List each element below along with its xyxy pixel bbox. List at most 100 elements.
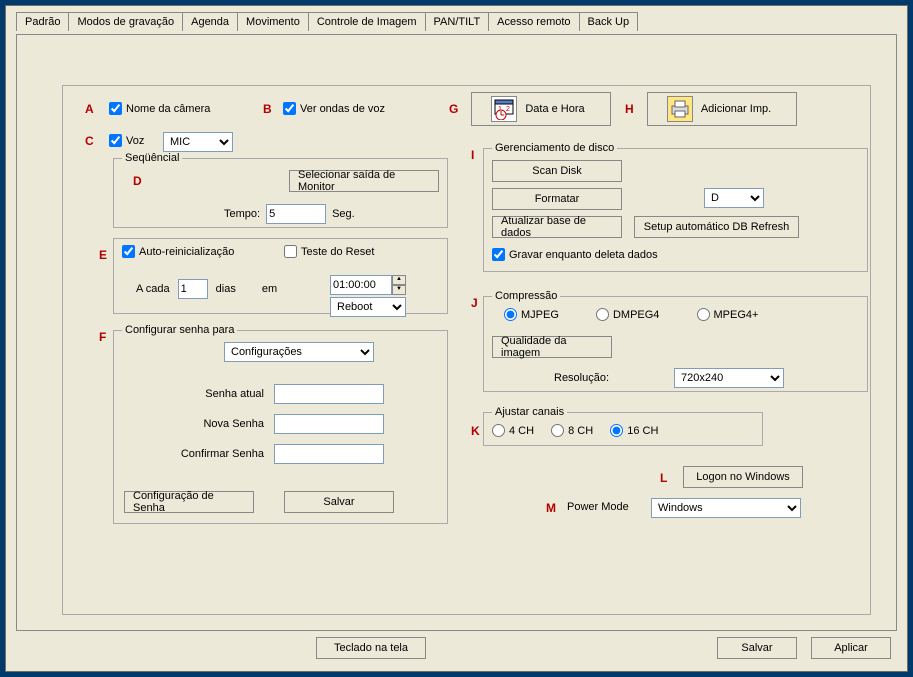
- confirm-password-input[interactable]: [274, 444, 384, 464]
- tab-pantilt[interactable]: PAN/TILT: [425, 12, 490, 31]
- marker-c: C: [85, 134, 94, 148]
- voice-checkbox[interactable]: Voz: [109, 134, 144, 147]
- marker-m: M: [546, 501, 556, 515]
- auto-reset-fieldset: Auto-reinicialização Teste do Reset A ca…: [113, 238, 448, 314]
- every-label: A cada: [136, 283, 170, 295]
- password-fieldset: Configurar senha para Configurações Senh…: [113, 324, 448, 524]
- calendar-clock-icon: 1 2: [491, 96, 517, 122]
- marker-i: I: [471, 148, 474, 162]
- compression-legend: Compressão: [492, 290, 560, 302]
- scan-disk-button[interactable]: Scan Disk: [492, 160, 622, 182]
- auto-db-refresh-button[interactable]: Setup automático DB Refresh: [634, 216, 799, 238]
- voice-check[interactable]: [109, 134, 122, 147]
- camera-name-checkbox[interactable]: Nome da câmera: [109, 102, 210, 115]
- add-printer-button[interactable]: Adicionar Imp.: [647, 92, 797, 126]
- marker-k: K: [471, 424, 480, 438]
- test-reset-label: Teste do Reset: [301, 246, 374, 258]
- channels-16-radio[interactable]: 16 CH: [610, 424, 658, 437]
- password-config-button[interactable]: Configuração de Senha: [124, 491, 254, 513]
- tab-modos[interactable]: Modos de gravação: [68, 12, 183, 31]
- voice-source-select[interactable]: MIC: [163, 132, 233, 152]
- format-button[interactable]: Formatar: [492, 188, 622, 210]
- password-save-button[interactable]: Salvar: [284, 491, 394, 513]
- time-label: Tempo:: [224, 208, 260, 220]
- new-password-label: Nova Senha: [154, 418, 274, 430]
- spin-up-button[interactable]: ▲: [392, 275, 406, 285]
- record-while-delete-label: Gravar enquanto deleta dados: [509, 249, 658, 261]
- password-target-select[interactable]: Configurações: [224, 342, 374, 362]
- marker-l: L: [660, 471, 667, 485]
- new-password-input[interactable]: [274, 414, 384, 434]
- disk-legend: Gerenciamento de disco: [492, 142, 617, 154]
- days-label: dias: [216, 283, 236, 295]
- marker-g: G: [449, 102, 458, 116]
- power-mode-select[interactable]: Windows: [651, 498, 801, 518]
- voice-waves-label: Ver ondas de voz: [300, 103, 385, 115]
- footer-bar: Teclado na tela Salvar Aplicar: [16, 637, 897, 663]
- resolution-select[interactable]: 720x240: [674, 368, 784, 388]
- date-time-label: Data e Hora: [525, 103, 584, 115]
- drive-select[interactable]: D: [704, 188, 764, 208]
- mjpeg-radio[interactable]: MJPEG: [504, 308, 559, 321]
- reset-action-select[interactable]: Reboot: [330, 297, 406, 317]
- sequential-time-input[interactable]: [266, 204, 326, 224]
- select-monitor-output-button[interactable]: Selecionar saída de Monitor: [289, 170, 439, 192]
- marker-f: F: [99, 330, 106, 344]
- power-mode-label: Power Mode: [567, 501, 629, 513]
- printer-icon: [667, 96, 693, 122]
- tab-bar: Padrão Modos de gravação Agenda Moviment…: [6, 6, 907, 31]
- marker-e: E: [99, 248, 107, 262]
- marker-h: H: [625, 102, 634, 116]
- save-button[interactable]: Salvar: [717, 637, 797, 659]
- inner-panel: A B C D E F G H I J K L M Nome da câmera…: [62, 85, 871, 615]
- tab-controle-imagem[interactable]: Controle de Imagem: [308, 12, 426, 31]
- marker-b: B: [263, 102, 272, 116]
- record-while-delete-check[interactable]: [492, 248, 505, 261]
- channels-fieldset: Ajustar canais 4 CH 8 CH 16 CH: [483, 406, 763, 446]
- voice-waves-checkbox[interactable]: Ver ondas de voz: [283, 102, 385, 115]
- sequential-fieldset: Seqüêncial Selecionar saída de Monitor T…: [113, 152, 448, 228]
- password-legend: Configurar senha para: [122, 324, 237, 336]
- channels-legend: Ajustar canais: [492, 406, 567, 418]
- test-reset-checkbox[interactable]: Teste do Reset: [284, 245, 374, 258]
- current-password-label: Senha atual: [154, 388, 274, 400]
- settings-window: Padrão Modos de gravação Agenda Moviment…: [5, 5, 908, 672]
- auto-reset-check[interactable]: [122, 245, 135, 258]
- tab-backup[interactable]: Back Up: [579, 12, 639, 31]
- image-quality-button[interactable]: Qualidade da imagem: [492, 336, 612, 358]
- voice-label: Voz: [126, 135, 144, 147]
- onscreen-keyboard-button[interactable]: Teclado na tela: [316, 637, 426, 659]
- current-password-input[interactable]: [274, 384, 384, 404]
- auto-reset-checkbox[interactable]: Auto-reinicialização: [122, 245, 234, 258]
- tab-movimento[interactable]: Movimento: [237, 12, 309, 31]
- spin-down-button[interactable]: ▼: [392, 285, 406, 295]
- tab-panel: A B C D E F G H I J K L M Nome da câmera…: [16, 34, 897, 631]
- record-while-delete-checkbox[interactable]: Gravar enquanto deleta dados: [492, 248, 658, 261]
- disk-management-fieldset: Gerenciamento de disco Scan Disk Formata…: [483, 142, 868, 272]
- dmpeg4-radio[interactable]: DMPEG4: [596, 308, 659, 321]
- logon-windows-button[interactable]: Logon no Windows: [683, 466, 803, 488]
- channels-8-radio[interactable]: 8 CH: [551, 424, 593, 437]
- tab-agenda[interactable]: Agenda: [182, 12, 238, 31]
- channels-4-radio[interactable]: 4 CH: [492, 424, 534, 437]
- test-reset-check[interactable]: [284, 245, 297, 258]
- confirm-password-label: Confirmar Senha: [154, 448, 274, 460]
- mpeg4plus-radio[interactable]: MPEG4+: [697, 308, 759, 321]
- days-input[interactable]: [178, 279, 208, 299]
- camera-name-check[interactable]: [109, 102, 122, 115]
- compression-fieldset: Compressão MJPEG DMPEG4 MPEG4+ Qualidade…: [483, 290, 868, 392]
- voice-waves-check[interactable]: [283, 102, 296, 115]
- camera-name-label: Nome da câmera: [126, 103, 210, 115]
- svg-text:2: 2: [506, 106, 510, 113]
- seconds-label: Seg.: [332, 208, 355, 220]
- update-db-button[interactable]: Atualizar base de dados: [492, 216, 622, 238]
- resolution-label: Resolução:: [554, 372, 609, 384]
- apply-button[interactable]: Aplicar: [811, 637, 891, 659]
- tab-padrao[interactable]: Padrão: [16, 12, 69, 31]
- date-time-button[interactable]: 1 2 Data e Hora: [471, 92, 611, 126]
- tab-acesso-remoto[interactable]: Acesso remoto: [488, 12, 579, 31]
- reset-time-input[interactable]: [330, 275, 392, 295]
- sequential-legend: Seqüêncial: [122, 152, 182, 164]
- add-printer-label: Adicionar Imp.: [701, 103, 771, 115]
- marker-j: J: [471, 296, 478, 310]
